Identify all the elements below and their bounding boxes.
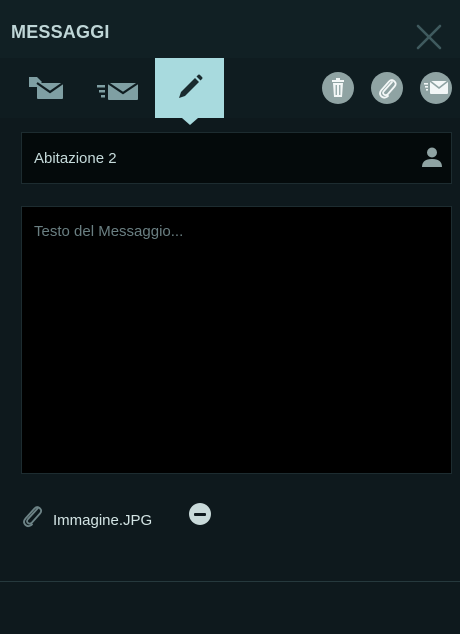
- trash-icon: [332, 78, 344, 97]
- toolbar: [0, 58, 460, 118]
- recipient-field[interactable]: Abitazione 2: [21, 132, 452, 184]
- recipient-value: Abitazione 2: [34, 150, 117, 167]
- close-button[interactable]: [412, 20, 446, 54]
- active-tab-indicator: [182, 118, 198, 125]
- send-button[interactable]: [420, 72, 452, 104]
- inbox-icon: [29, 77, 64, 99]
- paperclip-icon: [379, 79, 397, 99]
- paperclip-icon: [20, 503, 46, 534]
- attach-button[interactable]: [371, 72, 403, 104]
- tab-sent[interactable]: [82, 58, 140, 118]
- delete-button[interactable]: [322, 72, 354, 104]
- send-icon: [424, 80, 449, 94]
- attachment-filename: Immagine.JPG: [53, 512, 153, 529]
- sent-icon: [97, 82, 139, 100]
- page-title: MESSAGGI: [11, 22, 110, 42]
- close-icon: [416, 24, 442, 50]
- compose-pencil-icon: [179, 74, 203, 98]
- contact-picker-button[interactable]: [421, 146, 443, 173]
- tab-compose[interactable]: [155, 58, 224, 118]
- header-bar: MESSAGGI: [0, 0, 460, 58]
- remove-attachment-button[interactable]: [189, 503, 211, 525]
- attachment-item: Immagine.JPG: [20, 503, 280, 533]
- footer-divider: [0, 581, 460, 582]
- user-icon: [422, 147, 442, 167]
- message-textarea[interactable]: [21, 206, 452, 474]
- tab-inbox[interactable]: [14, 58, 72, 118]
